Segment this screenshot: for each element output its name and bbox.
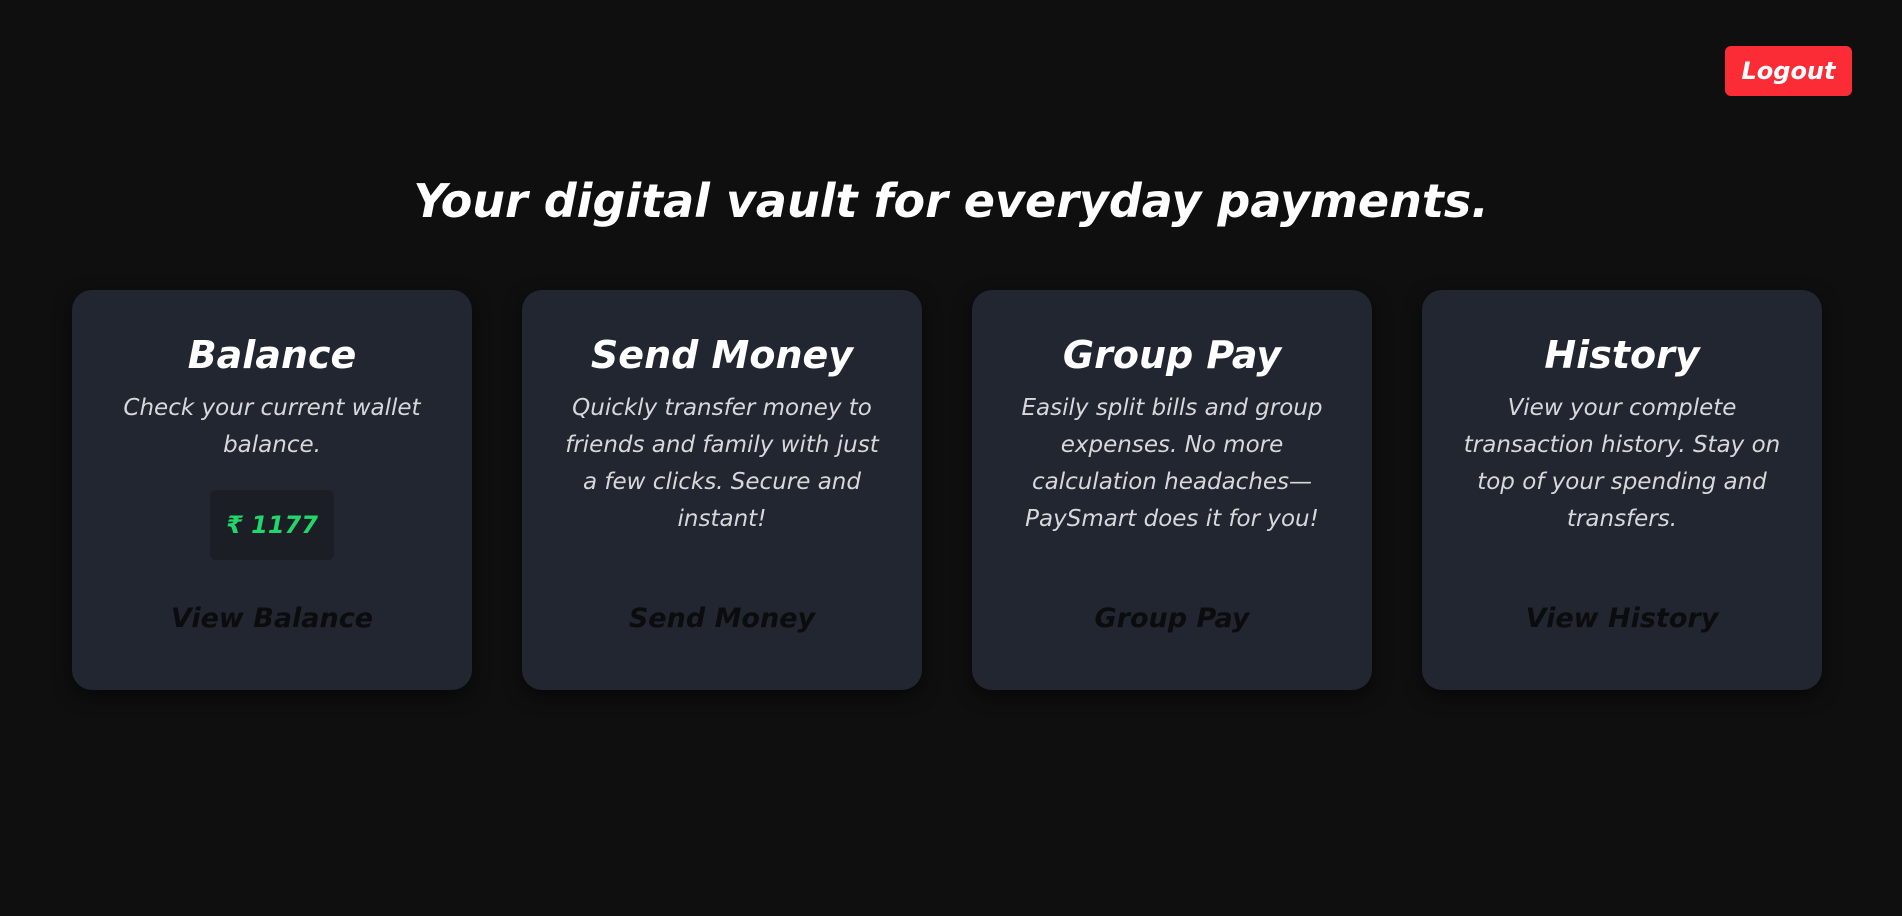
balance-amount: ₹ 1177 (210, 490, 334, 560)
view-history-button[interactable]: View History (1422, 596, 1822, 640)
card-description: View your complete transaction history. … (1463, 395, 1781, 532)
card-title: Balance (187, 333, 357, 377)
send-money-card: Send Money Quickly transfer money to fri… (522, 290, 922, 690)
balance-card: Balance Check your current wallet balanc… (72, 290, 472, 690)
card-description: Check your current wallet balance. (123, 395, 421, 458)
card-description: Quickly transfer money to friends and fa… (565, 395, 879, 532)
logout-button[interactable]: Logout (1725, 46, 1852, 96)
card-title: Group Pay (1062, 333, 1282, 377)
card-title: Send Money (590, 333, 854, 377)
page-headline: Your digital vault for everyday payments… (413, 174, 1489, 228)
feature-cards: Balance Check your current wallet balanc… (72, 290, 1822, 690)
card-description: Easily split bills and group expenses. N… (1021, 395, 1323, 532)
history-card: History View your complete transaction h… (1422, 290, 1822, 690)
group-pay-card: Group Pay Easily split bills and group e… (972, 290, 1372, 690)
group-pay-button[interactable]: Group Pay (972, 596, 1372, 640)
view-balance-button[interactable]: View Balance (72, 596, 472, 640)
card-title: History (1544, 333, 1700, 377)
send-money-button[interactable]: Send Money (522, 596, 922, 640)
